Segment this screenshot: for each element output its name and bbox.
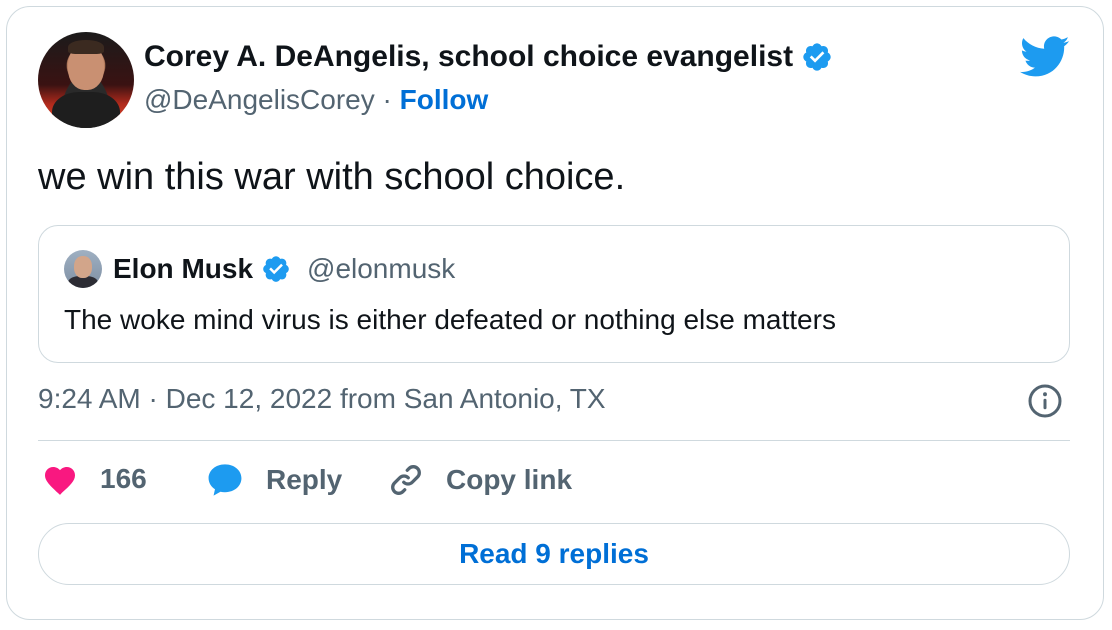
read-replies-button[interactable]: Read 9 replies bbox=[38, 523, 1070, 585]
like-button[interactable]: 166 bbox=[42, 462, 147, 496]
author-handle[interactable]: @DeAngelisCorey bbox=[144, 84, 375, 115]
divider bbox=[38, 440, 1070, 441]
verified-badge-icon bbox=[803, 43, 831, 71]
author-name-row: Corey A. DeAngelis, school choice evange… bbox=[144, 40, 833, 74]
copy-link-button[interactable]: Copy link bbox=[388, 462, 572, 498]
verified-badge-icon bbox=[263, 256, 289, 282]
reply-button[interactable]: Reply bbox=[206, 462, 342, 498]
speech-bubble-icon bbox=[208, 464, 242, 496]
quoted-tweet[interactable]: Elon Musk @elonmusk The woke mind virus … bbox=[38, 225, 1070, 363]
author-name[interactable]: Corey A. DeAngelis, school choice evange… bbox=[144, 40, 793, 74]
quoted-author-avatar bbox=[64, 250, 102, 288]
follow-link[interactable]: Follow bbox=[400, 84, 489, 115]
handle-separator: · bbox=[382, 84, 392, 115]
tweet-text: we win this war with school choice. bbox=[38, 156, 626, 198]
twitter-bird-icon[interactable] bbox=[1020, 36, 1070, 78]
link-icon bbox=[391, 465, 421, 495]
read-replies-label: Read 9 replies bbox=[459, 538, 649, 569]
info-icon[interactable] bbox=[1027, 383, 1063, 419]
quoted-author-name: Elon Musk bbox=[113, 253, 254, 284]
author-avatar[interactable] bbox=[38, 32, 134, 128]
quoted-author-handle: @elonmusk bbox=[307, 253, 456, 284]
tweet-timestamp[interactable]: 9:24 AM · Dec 12, 2022 from San Antonio,… bbox=[38, 383, 606, 415]
heart-icon bbox=[45, 467, 75, 495]
copy-link-label: Copy link bbox=[446, 464, 573, 495]
quoted-tweet-text: The woke mind virus is either defeated o… bbox=[64, 304, 836, 335]
quoted-author-row: Elon Musk @elonmusk bbox=[113, 253, 455, 285]
reply-label: Reply bbox=[266, 464, 343, 495]
like-count: 166 bbox=[100, 463, 147, 494]
author-handle-row: @DeAngelisCorey · Follow bbox=[144, 84, 488, 116]
